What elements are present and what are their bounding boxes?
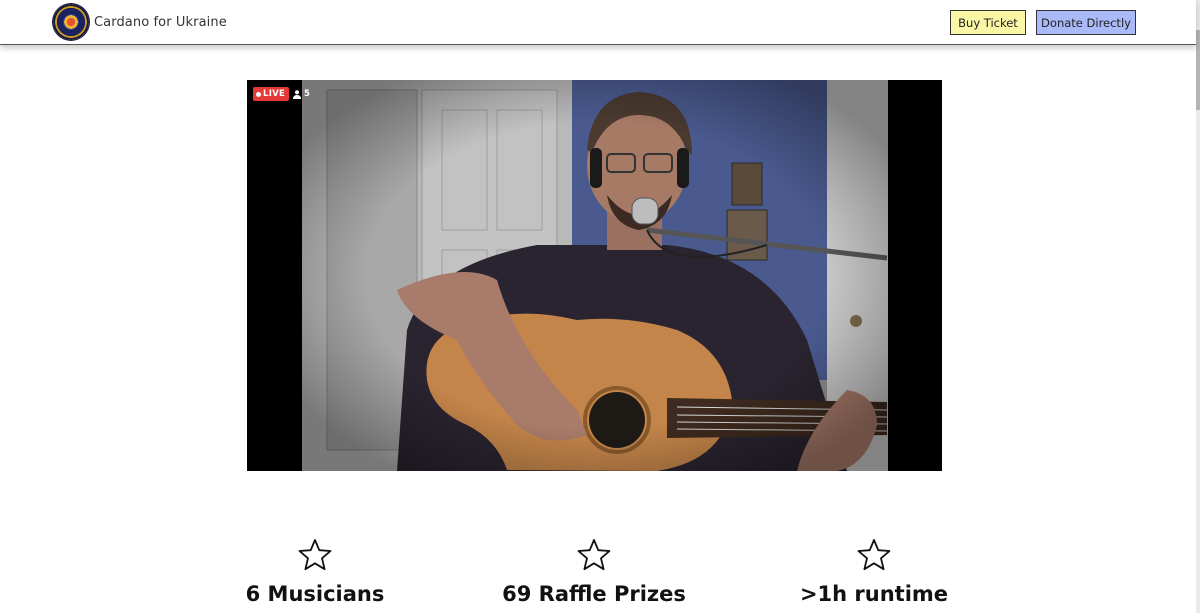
scrollbar-thumb[interactable] — [1196, 30, 1200, 110]
stat-label: 69 Raffle Prizes — [502, 582, 686, 606]
live-video-player[interactable]: LIVE 5 — [247, 80, 942, 471]
viewer-count-value: 5 — [304, 89, 310, 99]
cardano-for-ukraine-logo[interactable] — [53, 4, 89, 40]
person-icon — [293, 89, 301, 99]
star-outline-icon — [298, 539, 332, 571]
star-outline-icon — [577, 539, 611, 571]
video-frame-performer-with-guitar — [247, 80, 942, 471]
donate-directly-button[interactable]: Donate Directly — [1036, 10, 1136, 35]
buy-ticket-button[interactable]: Buy Ticket — [950, 10, 1026, 35]
live-label: LIVE — [263, 89, 286, 99]
live-badge: LIVE — [253, 87, 290, 101]
stat-musicians: 6 Musicians — [195, 538, 435, 606]
page-scrollbar[interactable] — [1196, 0, 1200, 613]
viewer-count: 5 — [293, 87, 310, 101]
stat-label: 6 Musicians — [245, 582, 385, 606]
stat-raffle-prizes: 69 Raffle Prizes — [474, 538, 714, 606]
top-nav-bar: Cardano for Ukraine Buy Ticket Donate Di… — [0, 0, 1196, 45]
brand-name[interactable]: Cardano for Ukraine — [94, 15, 227, 30]
stat-runtime: >1h runtime — [754, 538, 994, 606]
live-dot-icon — [256, 91, 261, 97]
star-outline-icon — [857, 539, 891, 571]
logo-emblem — [63, 14, 79, 30]
brand[interactable]: Cardano for Ukraine — [53, 4, 227, 40]
stat-label: >1h runtime — [799, 582, 949, 606]
